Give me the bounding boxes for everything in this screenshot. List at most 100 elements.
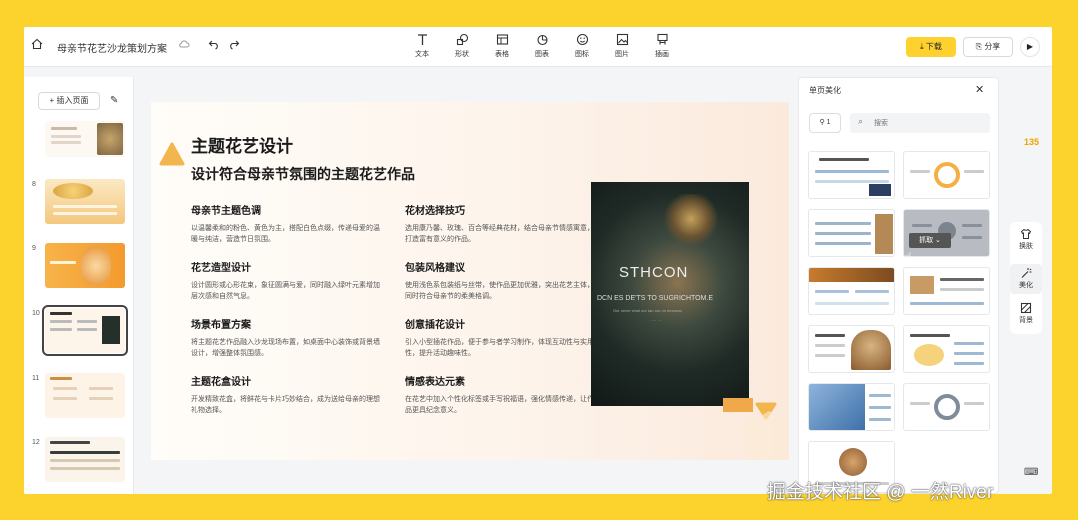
pen-icon[interactable]: ✎ [110,95,118,106]
slide-thumbnail[interactable] [45,373,125,418]
skin-change-label: 换肤 [1019,243,1033,250]
filter-icon: ⚲ [819,119,825,126]
redo-icon[interactable] [226,38,242,54]
tpl-ring [934,162,960,188]
slide-thumbnail-active[interactable] [42,305,128,356]
tpl-line [962,236,982,239]
background-button[interactable]: 背景 [1010,302,1042,325]
search-input[interactable] [874,116,974,130]
content-block[interactable]: 主题花盒设计 开发精致花盒，将鲜花与卡片巧妙结合，成为送给母亲的理想礼物选择。 [191,373,381,416]
block-heading: 场景布置方案 [191,320,251,331]
template-card[interactable] [903,325,990,373]
share-icon: ⎘ [975,42,983,51]
tool-shape[interactable]: 形状 [442,33,482,59]
content-block[interactable]: 花艺造型设计 设计圆形或心形花束，象征圆满与爱，同时融入绿叶元素增加层次感和自然… [191,259,381,302]
thumb-line [89,387,113,390]
tpl-line [954,352,984,355]
page-number: 9 [32,245,36,252]
search-box[interactable]: ⌕ [850,113,990,133]
thumb-image [53,183,93,199]
tool-chart[interactable]: 图表 [522,33,562,59]
content-block[interactable]: 场景布置方案 将主题花艺作品融入沙龙现场布置，如桌面中心装饰或背景墙设计，增强整… [191,316,381,359]
side-tool-strip: 换肤 美化 背景 [1010,222,1042,334]
template-card[interactable] [808,209,895,257]
template-card[interactable] [808,325,895,373]
thumb-image [102,316,120,344]
tpl-line [815,180,889,183]
content-block[interactable]: 花材选择技巧 选用康乃馨、玫瑰、百合等经典花材，结合母亲节情感寓意，打造富有意义… [405,202,595,245]
thumb-line [50,312,72,315]
tool-table[interactable]: 表格 [482,33,522,59]
thumb-line [50,467,120,470]
slide[interactable]: 主题花艺设计 设计符合母亲节氛围的主题花艺作品 母亲节主题色调 以温馨柔和的粉色… [151,102,789,460]
slide-thumbnail[interactable] [45,243,125,288]
template-card[interactable] [903,267,990,315]
tool-image[interactable]: 图片 [602,33,642,59]
tpl-line [910,334,950,337]
tool-shape-label: 形状 [455,51,469,58]
undo-icon[interactable] [206,38,222,54]
slide-thumbnail[interactable] [45,179,125,224]
thumb-line [53,205,117,208]
tpl-line [954,362,984,365]
slide-thumbnail[interactable] [45,437,125,482]
download-icon: ⤓ [920,42,924,51]
slide-photo[interactable]: STHCON DCN ES DE'TS TO SUGRICHTOM.E Our … [591,182,749,406]
tpl-line [869,394,891,397]
template-card[interactable] [808,383,895,431]
filter-count: 1 [826,119,831,126]
hexagon-decoration [745,411,789,460]
thumb-line [50,459,120,462]
hand-cursor-icon: ☝ [905,251,912,263]
photo-headline: STHCON [619,264,689,281]
document-title[interactable]: 母亲节花艺沙龙策划方案 [57,40,167,55]
thumb-image [97,123,123,155]
tpl-image [809,384,865,430]
app-window: 母亲节花艺沙龙策划方案 文本 形状 表格 图表 图标 图片 插画 ⤓ 下载 ⎘ … [24,27,1052,494]
tpl-line [815,242,871,245]
grab-tooltip[interactable]: 抓取 ⌄ [909,233,951,248]
tpl-shape [914,344,944,366]
filter-button[interactable]: ⚲ 1 [809,113,841,133]
tool-illustration[interactable]: 插画 [642,33,682,59]
tpl-line [815,222,871,225]
tool-text[interactable]: 文本 [402,33,442,59]
thumb-line [89,397,113,400]
block-text: 将主题花艺作品融入沙龙现场布置，如桌面中心装饰或背景墙设计，增强整体氛围感。 [191,339,380,357]
template-card[interactable] [903,383,990,431]
tpl-line [964,170,984,173]
content-block[interactable]: 包装风格建议 使用浅色系包装纸与丝带，使作品更加优雅，突出花艺主体，同时符合母亲… [405,259,595,302]
content-block[interactable]: 创意插花设计 引入小型插花作品，便于参与者学习制作，体现互动性与实用性，提升活动… [405,316,595,359]
template-card[interactable] [903,151,990,199]
thumb-line [77,328,97,331]
photo-caption: DCN ES DE'TS TO SUGRICHTOM.E [597,295,714,302]
tpl-image [851,330,891,370]
play-button[interactable]: ▶ [1020,37,1040,57]
image-icon [616,33,628,46]
tpl-line [815,354,845,357]
content-block[interactable]: 母亲节主题色调 以温馨柔和的粉色、黄色为主，搭配白色点缀，传递母爱的温暖与纯洁，… [191,202,381,245]
beautify-button[interactable]: 美化 [1010,264,1042,294]
insert-page-button[interactable]: + 插入页面 [38,92,100,110]
insert-tools: 文本 形状 表格 图表 图标 图片 插画 [402,33,682,59]
thumb-line [50,451,120,454]
keyboard-icon[interactable]: ⌨ [1024,467,1038,478]
tool-image-label: 图片 [615,51,629,58]
photo-footnote: ···· ··· [651,318,662,323]
template-card[interactable] [808,151,895,199]
close-icon[interactable]: ✕ [975,83,984,96]
tpl-line [940,288,984,291]
share-button[interactable]: ⎘ 分享 [963,37,1013,57]
download-button[interactable]: ⤓ 下载 [906,37,956,57]
template-card[interactable] [808,267,895,315]
content-block[interactable]: 情感表达元素 在花艺中加入个性化标签或手写祝福语，强化情感传递，让作品更具纪念意… [405,373,595,416]
home-icon[interactable] [29,38,45,54]
slide-subtitle[interactable]: 设计符合母亲节氛围的主题花艺作品 [191,164,415,184]
slide-thumbnail[interactable] [45,121,125,157]
tpl-line [954,342,984,345]
tool-icon[interactable]: 图标 [562,33,602,59]
tool-table-label: 表格 [495,51,509,58]
thumb-line [51,135,81,138]
slide-title[interactable]: 主题花艺设计 [191,132,293,157]
skin-change-button[interactable]: 换肤 [1010,228,1042,251]
